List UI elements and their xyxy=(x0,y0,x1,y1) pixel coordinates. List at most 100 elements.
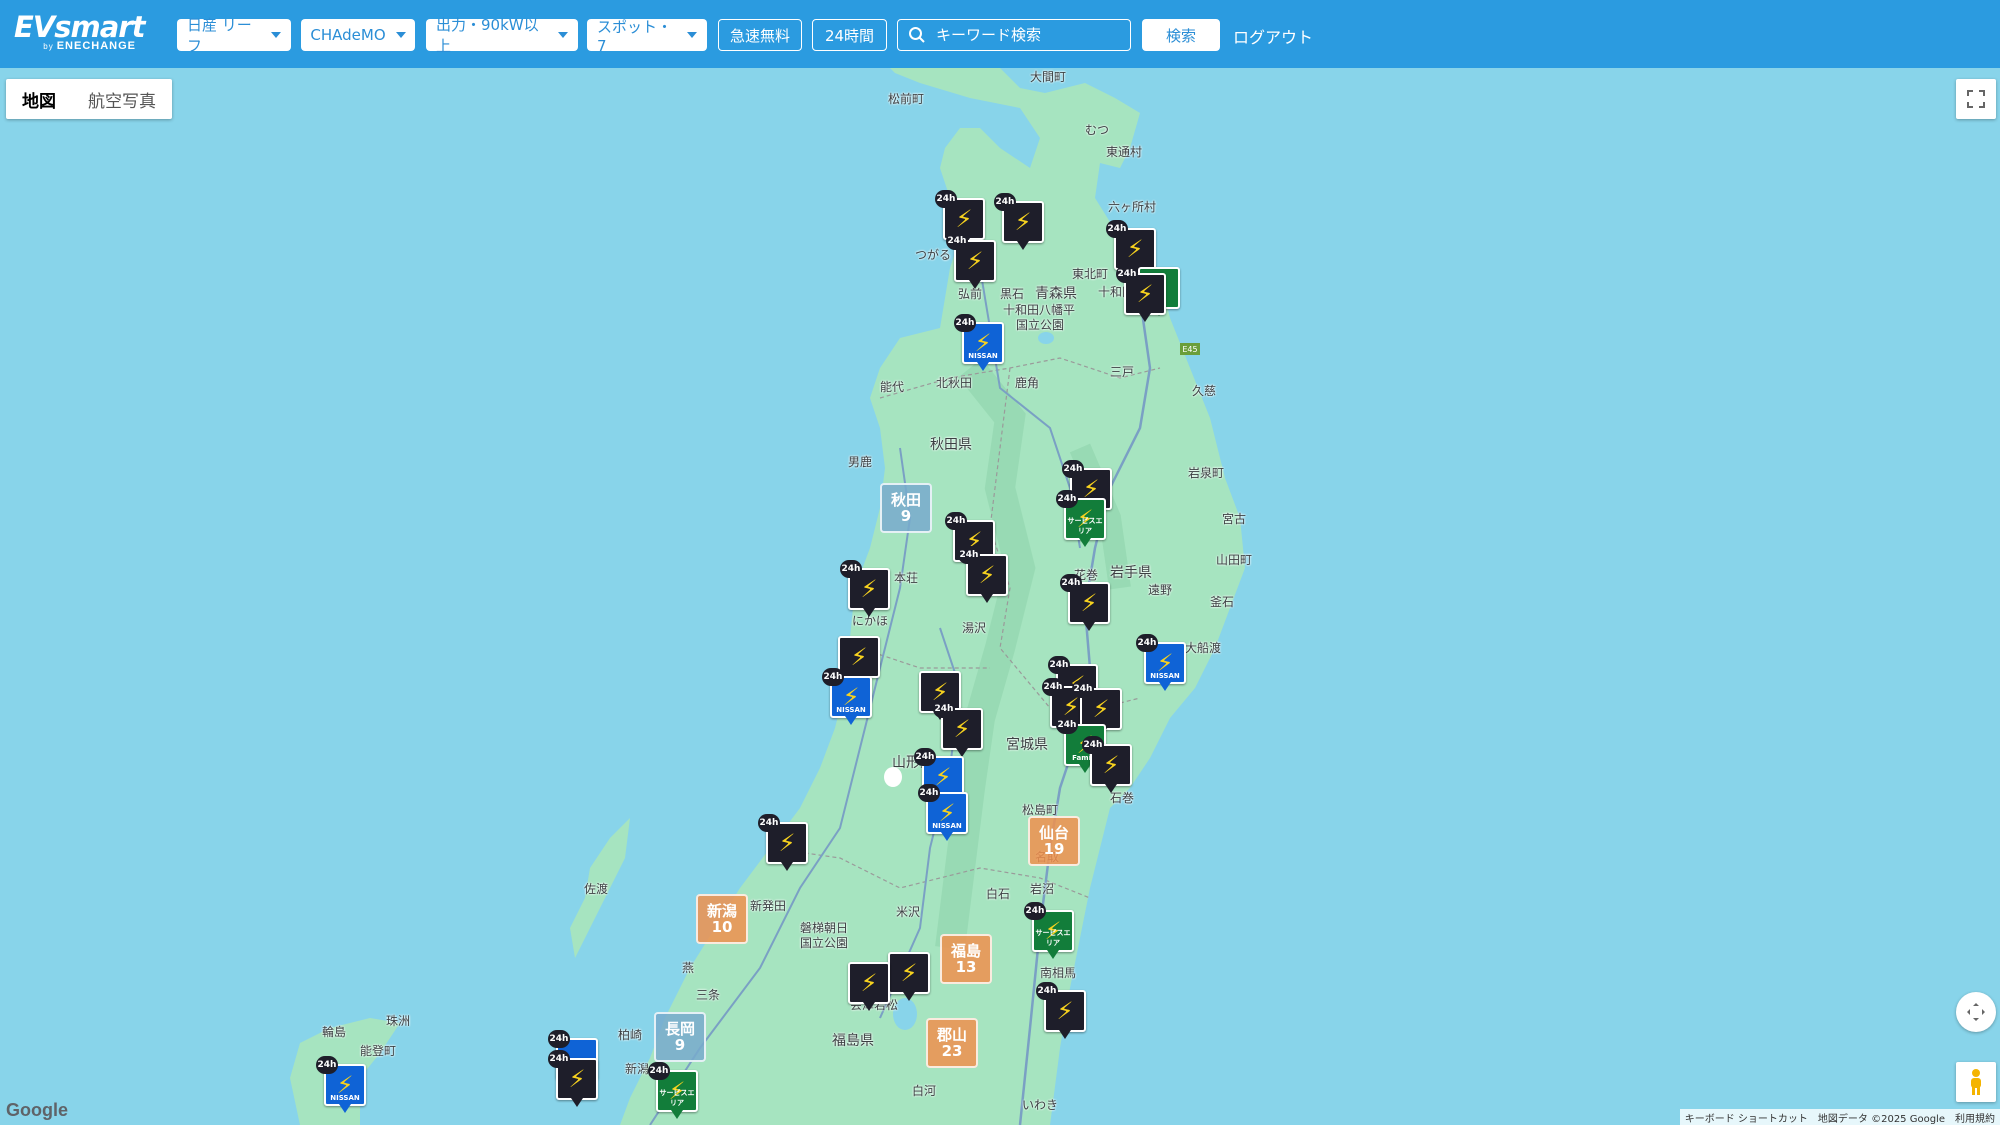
badge-24h: 24h xyxy=(954,314,976,332)
badge-24h: 24h xyxy=(1116,265,1138,283)
badge-24h: 24h xyxy=(758,814,780,832)
bolt-icon: ⚡ xyxy=(860,969,878,997)
nissan-charger-pin[interactable]: ⚡ NISSAN 24h xyxy=(822,668,872,726)
filter-connector-label: CHAdeMO xyxy=(310,26,386,44)
place-label: 能代 xyxy=(880,380,905,394)
toggle-free-fast-charge-label: 急速無料 xyxy=(729,26,790,45)
toggle-24h[interactable]: 24時間 xyxy=(812,19,887,51)
place-label: 北秋田 xyxy=(936,376,973,390)
charger-pin[interactable]: ⚡24h xyxy=(946,232,996,290)
cluster-marker[interactable]: 新潟 10 xyxy=(696,894,748,944)
map-type-toggle: 地図 航空写真 xyxy=(6,79,172,119)
badge-24h: 24h xyxy=(1136,634,1158,652)
badge-24h: 24h xyxy=(1056,716,1078,734)
place-label: 三戸 xyxy=(1110,365,1135,379)
move-icon xyxy=(1967,1003,1985,1021)
charger-pin[interactable]: ⚡24h xyxy=(933,700,983,758)
place-label: 本荘 xyxy=(894,571,919,585)
charger-pin[interactable]: ⚡24h xyxy=(994,193,1044,251)
search-button[interactable]: 検索 xyxy=(1142,19,1220,51)
keyboard-shortcuts-link[interactable]: キーボード ショートカット xyxy=(1680,1110,1813,1125)
place-label: 米沢 xyxy=(896,905,921,919)
map-type-satellite[interactable]: 航空写真 xyxy=(72,79,172,119)
badge-24h: 24h xyxy=(1048,656,1070,674)
nissan-charger-pin[interactable]: ⚡ NISSAN 24h xyxy=(918,784,968,842)
bolt-icon: ⚡ xyxy=(955,205,973,233)
bolt-icon: ⚡ xyxy=(1126,235,1144,263)
charger-pin[interactable]: ⚡24h xyxy=(1116,265,1166,323)
place-label: 三条 xyxy=(696,988,721,1002)
cluster-marker[interactable]: 長岡 9 xyxy=(654,1012,706,1062)
filter-output-label: 出力・90kW以上 xyxy=(436,16,539,55)
logout-link[interactable]: ログアウト xyxy=(1233,24,1313,48)
place-label: 男鹿 xyxy=(848,455,873,469)
badge-24h: 24h xyxy=(1106,220,1128,238)
cluster-marker[interactable]: 福島 13 xyxy=(940,934,992,984)
cluster-name: 郡山 xyxy=(936,1026,967,1044)
charger-pin[interactable]: ⚡24h xyxy=(758,814,808,872)
cluster-count: 9 xyxy=(674,1036,686,1054)
charger-pin[interactable]: ⚡24h xyxy=(1082,736,1132,794)
nissan-charger-pin[interactable]: ⚡ NISSAN 24h xyxy=(316,1056,366,1114)
badge-24h: 24h xyxy=(918,784,940,802)
bolt-icon: ⚡ xyxy=(850,643,868,671)
logo-by-text: by xyxy=(43,42,54,51)
logo-enechange-text: ENECHANGE xyxy=(56,40,136,52)
pan-control[interactable] xyxy=(1956,992,1996,1032)
pegman-icon xyxy=(1971,1069,1981,1095)
place-label: 六ヶ所村 xyxy=(1108,200,1157,214)
filter-spot[interactable]: スポット・7 xyxy=(587,18,707,55)
badge-24h: 24h xyxy=(933,700,955,718)
bolt-icon: ⚡ xyxy=(900,959,918,987)
map-type-map[interactable]: 地図 xyxy=(6,79,72,119)
filter-connector[interactable]: CHAdeMO xyxy=(301,19,415,51)
place-label: 黒石 xyxy=(1000,287,1025,301)
cluster-marker[interactable]: 郡山 23 xyxy=(926,1018,978,1068)
place-label: 大船渡 xyxy=(1185,641,1222,655)
charger-pin[interactable]: ⚡24h xyxy=(840,560,890,618)
charger-pin[interactable]: ⚡ xyxy=(848,962,890,1012)
map-area[interactable]: E45 地図 航空写真 青森県 秋田県 岩手県 山形県 宮城県 福島県 大間町 … xyxy=(0,68,2000,1125)
nissan-label: NISSAN xyxy=(968,352,998,360)
bolt-icon: ⚡ xyxy=(1102,751,1120,779)
bolt-icon: ⚡ xyxy=(860,575,878,603)
service-area-pin[interactable]: ⚡ サービスエリア 24h xyxy=(1056,490,1106,548)
badge-24h: 24h xyxy=(1042,678,1064,696)
badge-24h: 24h xyxy=(994,193,1016,211)
search-input[interactable] xyxy=(936,26,1116,44)
charger-pin[interactable]: ⚡24h xyxy=(548,1050,598,1108)
cluster-name: 新潟 xyxy=(706,902,737,920)
street-view-button[interactable] xyxy=(1956,1062,1996,1102)
map-attribution: キーボード ショートカット 地図データ ©2025 Google 利用規約 xyxy=(1679,1109,2000,1125)
service-area-pin[interactable]: ⚡ サービスエリア 24h xyxy=(648,1062,698,1120)
place-label: 佐渡 xyxy=(584,882,609,896)
badge-24h: 24h xyxy=(316,1056,338,1074)
charger-pin[interactable]: ⚡24h xyxy=(1060,574,1110,632)
cluster-marker[interactable]: 仙台 19 xyxy=(1028,816,1080,866)
place-label: むつ xyxy=(1085,123,1110,137)
service-area-pin[interactable]: ⚡ サービスエリア 24h xyxy=(1024,902,1074,960)
badge-24h: 24h xyxy=(1036,982,1058,1000)
cluster-marker[interactable]: 秋田 9 xyxy=(880,483,932,533)
toggle-free-fast-charge[interactable]: 急速無料 xyxy=(718,19,802,51)
badge-24h: 24h xyxy=(1056,490,1078,508)
fullscreen-button[interactable] xyxy=(1956,79,1996,119)
nissan-charger-pin[interactable]: ⚡ NISSAN 24h xyxy=(954,314,1004,372)
service-area-label: サービスエリア xyxy=(1067,517,1103,535)
place-label: 白河 xyxy=(912,1084,937,1098)
filter-car-model[interactable]: 日産 リーフ xyxy=(177,16,291,55)
search-icon xyxy=(909,27,925,43)
charger-pin[interactable]: ⚡24h xyxy=(1036,982,1086,1040)
charger-pin[interactable]: ⚡ xyxy=(888,952,930,1002)
charger-pin[interactable]: ⚡24h xyxy=(958,546,1008,604)
service-area-label: サービスエリア xyxy=(1035,929,1071,947)
place-label: 国立公園 xyxy=(800,936,849,950)
place-label: 岩沼 xyxy=(1030,882,1055,896)
evsmart-logo[interactable]: EVsmart by ENECHANGE xyxy=(14,12,145,52)
filter-output[interactable]: 出力・90kW以上 xyxy=(426,16,578,55)
place-label: 松前町 xyxy=(888,92,925,106)
bolt-icon: ⚡ xyxy=(978,561,996,589)
badge-24h: 24h xyxy=(914,748,936,766)
terms-link[interactable]: 利用規約 xyxy=(1950,1110,2000,1125)
nissan-charger-pin[interactable]: ⚡ NISSAN 24h xyxy=(1136,634,1186,692)
